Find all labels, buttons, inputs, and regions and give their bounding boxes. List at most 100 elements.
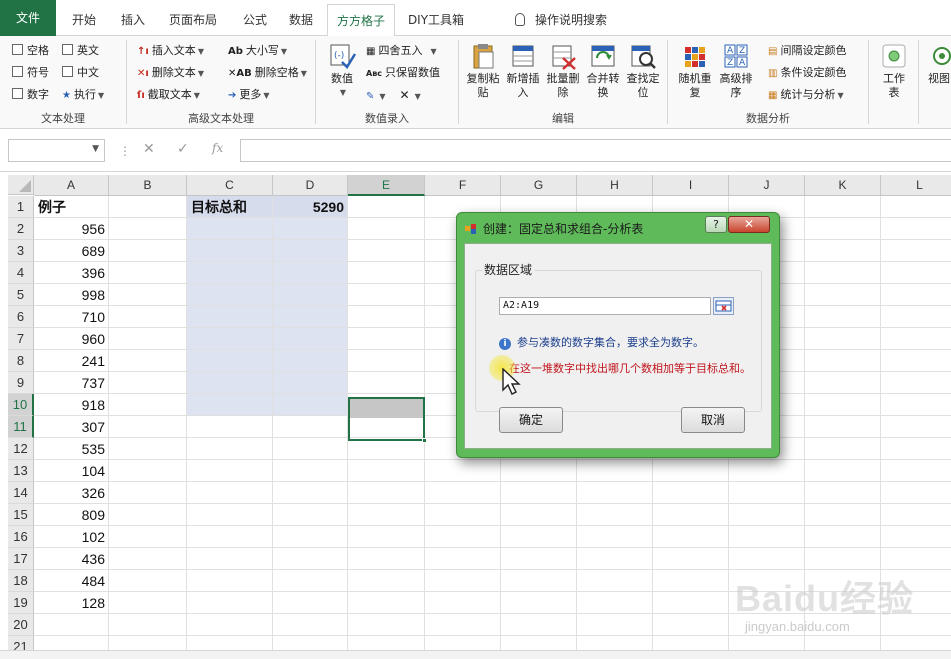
tab-page-layout[interactable]: 页面布局 [154, 4, 232, 36]
checkbox-space[interactable]: 空格 [12, 42, 49, 60]
statistics-button[interactable]: ▦ 统计与分析 ▼ [768, 86, 844, 104]
row-header-13[interactable]: 13 [8, 460, 34, 482]
cell-a6[interactable]: 710 [34, 306, 109, 328]
cell-a17[interactable]: 436 [34, 548, 109, 570]
cell-a3[interactable]: 689 [34, 240, 109, 262]
checkbox-english[interactable]: 英文 [62, 42, 99, 60]
cell-a15[interactable]: 809 [34, 504, 109, 526]
row-header-16[interactable]: 16 [8, 526, 34, 548]
column-header-f[interactable]: F [425, 175, 501, 196]
row-header-11[interactable]: 11 [8, 416, 34, 438]
cancel-button[interactable]: 取消 [681, 407, 745, 433]
case-button[interactable]: Ab 大小写 ▼ [228, 42, 287, 60]
tab-fangfang-gezi[interactable]: 方方格子 [327, 4, 395, 37]
fill-handle[interactable] [422, 438, 427, 443]
cell-a7[interactable]: 960 [34, 328, 109, 350]
tab-file[interactable]: 文件 [0, 0, 56, 36]
cell-a12[interactable]: 535 [34, 438, 109, 460]
row-header-5[interactable]: 5 [8, 284, 34, 306]
cell-d1[interactable]: 5290 [273, 196, 348, 218]
view-button[interactable]: 视图 [924, 42, 951, 86]
row-header-18[interactable]: 18 [8, 570, 34, 592]
numeric-button[interactable]: (-) 数值 ▼ [322, 42, 362, 100]
formula-input[interactable] [240, 139, 951, 162]
column-header-l[interactable]: L [881, 175, 951, 196]
cell-a2[interactable]: 956 [34, 218, 109, 240]
find-locate-button[interactable]: 查找定 位 [623, 42, 663, 100]
data-range-input[interactable]: A2:A19 [499, 297, 711, 315]
checkbox-number[interactable]: 数字 [12, 86, 49, 104]
column-header-i[interactable]: I [653, 175, 729, 196]
cell-a5[interactable]: 998 [34, 284, 109, 306]
tell-me-search[interactable]: 操作说明搜索 [515, 4, 607, 36]
row-header-4[interactable]: 4 [8, 262, 34, 284]
cell-a1[interactable]: 例子 [34, 196, 109, 218]
cell-a14[interactable]: 326 [34, 482, 109, 504]
row-header-2[interactable]: 2 [8, 218, 34, 240]
cell-a8[interactable]: 241 [34, 350, 109, 372]
execute-button[interactable]: ★ 执行 ▼ [62, 86, 104, 104]
range-picker-button[interactable] [713, 297, 734, 315]
insert-text-button[interactable]: ↑ı 插入文本 ▼ [137, 42, 204, 60]
row-header-7[interactable]: 7 [8, 328, 34, 350]
round-button[interactable]: ▦ 四舍五入 ▼ [366, 42, 437, 60]
tab-diy-toolbox[interactable]: DIY工具箱 [396, 4, 476, 36]
row-header-12[interactable]: 12 [8, 438, 34, 460]
advanced-sort-button[interactable]: AZZA 高级排 序 [716, 42, 756, 100]
tab-insert[interactable]: 插入 [112, 4, 154, 36]
cell-a4[interactable]: 396 [34, 262, 109, 284]
confirm-entry-icon[interactable]: ✓ [177, 141, 189, 157]
delete-text-button[interactable]: ✕ı 删除文本 ▼ [137, 64, 204, 82]
close-button[interactable]: ✕ [728, 216, 770, 233]
column-header-d[interactable]: D [273, 175, 348, 196]
cancel-entry-icon[interactable]: ✕ [143, 141, 155, 157]
merge-convert-button[interactable]: 合并转 换 [583, 42, 623, 100]
row-header-3[interactable]: 3 [8, 240, 34, 262]
column-header-h[interactable]: H [577, 175, 653, 196]
add-insert-button[interactable]: 新增插 入 [503, 42, 543, 100]
row-header-20[interactable]: 20 [8, 614, 34, 636]
row-header-6[interactable]: 6 [8, 306, 34, 328]
column-header-j[interactable]: J [729, 175, 805, 196]
delete-space-button[interactable]: ✕AB 删除空格 ▼ [228, 64, 307, 82]
select-all-corner[interactable] [8, 175, 34, 195]
cell-a9[interactable]: 737 [34, 372, 109, 394]
column-header-g[interactable]: G [501, 175, 577, 196]
cell-a11[interactable]: 307 [34, 416, 109, 438]
tab-home[interactable]: 开始 [56, 4, 112, 36]
ok-button[interactable]: 确定 [499, 407, 563, 433]
cell-a13[interactable]: 104 [34, 460, 109, 482]
keep-numbers-button[interactable]: Aʙᴄ 只保留数值 [366, 64, 440, 82]
column-header-k[interactable]: K [805, 175, 881, 196]
format-button[interactable]: ✎ ▼ ✕ ▼ [366, 86, 421, 104]
row-header-21[interactable]: 21 [8, 636, 34, 650]
row-header-17[interactable]: 17 [8, 548, 34, 570]
column-header-a[interactable]: A [34, 175, 109, 196]
worksheet-button[interactable]: 工作 表 [876, 42, 912, 100]
row-header-8[interactable]: 8 [8, 350, 34, 372]
row-header-14[interactable]: 14 [8, 482, 34, 504]
row-header-19[interactable]: 19 [8, 592, 34, 614]
name-box[interactable]: ▼ [8, 139, 105, 162]
random-repeat-button[interactable]: 随机重 复 [675, 42, 715, 100]
copy-paste-button[interactable]: 复制粘 贴 [463, 42, 503, 100]
row-header-9[interactable]: 9 [8, 372, 34, 394]
cell-a10[interactable]: 918 [34, 394, 109, 416]
tab-formulas[interactable]: 公式 [232, 4, 278, 36]
checkbox-symbol[interactable]: 符号 [12, 64, 49, 82]
column-header-b[interactable]: B [109, 175, 187, 196]
row-header-1[interactable]: 1 [8, 196, 34, 218]
insert-function-icon[interactable]: fx [212, 141, 223, 155]
row-header-15[interactable]: 15 [8, 504, 34, 526]
tab-data[interactable]: 数据 [278, 4, 324, 36]
interval-color-button[interactable]: ▤ 间隔设定颜色 [768, 42, 846, 60]
row-header-10[interactable]: 10 [8, 394, 34, 416]
cell-a19[interactable]: 128 [34, 592, 109, 614]
checkbox-chinese[interactable]: 中文 [62, 64, 99, 82]
column-header-c[interactable]: C [187, 175, 273, 196]
cell-c1[interactable]: 目标总和 [187, 196, 273, 218]
cell-a16[interactable]: 102 [34, 526, 109, 548]
condition-color-button[interactable]: ▥ 条件设定颜色 [768, 64, 846, 82]
selection-range-e10-e11[interactable] [348, 397, 425, 441]
cell-a18[interactable]: 484 [34, 570, 109, 592]
